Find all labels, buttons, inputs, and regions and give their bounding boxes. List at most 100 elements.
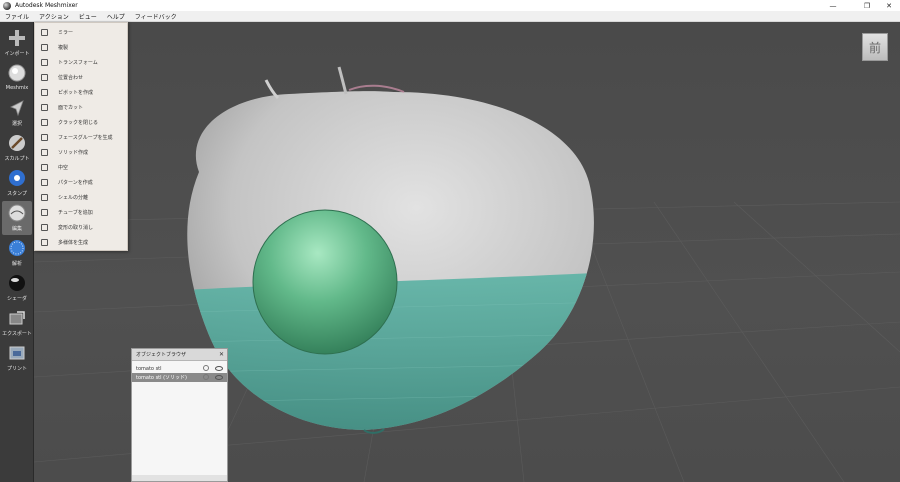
- tool-select[interactable]: 選択: [2, 96, 32, 130]
- meshmixer-app: Autodesk Meshmixer — ❐ ✕ ファイル アクション ビュー …: [0, 0, 900, 482]
- tool-sculpt[interactable]: スカルプト: [2, 131, 32, 165]
- edit-item-make-solid[interactable]: ソリッド作成: [35, 145, 129, 160]
- menu-feedback[interactable]: フィードバック: [130, 12, 182, 21]
- analysis-icon: [9, 240, 25, 256]
- edit-item-label: 変形の取り消し: [58, 225, 94, 231]
- edit-item-add-tube[interactable]: チューブを追加: [35, 205, 129, 220]
- tool-edit[interactable]: 編集: [2, 201, 32, 235]
- edit-item-label: トランスフォーム: [58, 60, 98, 66]
- menu-file[interactable]: ファイル: [0, 12, 34, 21]
- object-row-selected[interactable]: tomato stl (ソリッド): [132, 373, 227, 382]
- tool-import[interactable]: インポート: [2, 26, 32, 60]
- shader-icon: [9, 275, 25, 291]
- tool-shader-label: シェーダ: [6, 296, 27, 302]
- make-solid-icon: [41, 149, 48, 156]
- edit-item-facegroups[interactable]: フェースグループを生成: [35, 130, 129, 145]
- brush-icon: [9, 135, 25, 151]
- object-browser: オブジェクトブラウザ ✕ tomato stl tomato stl (ソリッド…: [131, 348, 228, 482]
- object-browser-footer: [132, 475, 227, 481]
- edit-item-pattern[interactable]: パターンを作成: [35, 175, 129, 190]
- edit-item-plane-cut[interactable]: 面でカット: [35, 100, 129, 115]
- align-icon: [41, 74, 48, 81]
- lock-icon[interactable]: [203, 374, 209, 380]
- edit-item-manifold[interactable]: 多様体を生成: [35, 235, 129, 250]
- edit-sphere-icon: [8, 204, 26, 222]
- duplicate-icon: [41, 44, 48, 51]
- tool-stamp-label: スタンプ: [7, 191, 27, 197]
- tool-print[interactable]: プリント: [2, 341, 32, 375]
- edit-item-duplicate[interactable]: 複製: [35, 40, 129, 55]
- add-tube-icon: [41, 209, 48, 216]
- window-title: Autodesk Meshmixer: [15, 2, 78, 9]
- minimize-button[interactable]: —: [822, 0, 844, 11]
- object-browser-close-button[interactable]: ✕: [219, 351, 224, 358]
- tool-select-label: 選択: [11, 121, 22, 127]
- object-row[interactable]: tomato stl: [132, 364, 227, 373]
- eye-icon[interactable]: [215, 366, 223, 371]
- edit-menu: ミラー 複製 トランスフォーム 位置合わせ ピボットを作成 面でカット クラック…: [34, 22, 128, 251]
- transform-icon: [41, 59, 48, 66]
- edit-item-label: ソリッド作成: [58, 150, 89, 156]
- tool-shader[interactable]: シェーダ: [2, 271, 32, 305]
- print-icon: [9, 346, 25, 360]
- meshmix-icon: [8, 64, 26, 82]
- tool-meshmix-label: Meshmix: [5, 85, 29, 91]
- green-sphere[interactable]: [252, 209, 398, 355]
- manifold-icon: [41, 239, 48, 246]
- lock-icon[interactable]: [203, 365, 209, 371]
- plane-cut-icon: [41, 104, 48, 111]
- facegroups-icon: [41, 134, 48, 141]
- object-browser-title: オブジェクトブラウザ: [136, 352, 187, 358]
- edit-item-label: 複製: [58, 45, 69, 51]
- export-icon: [9, 311, 25, 325]
- tool-analysis[interactable]: 解析: [2, 236, 32, 270]
- tool-analysis-label: 解析: [11, 261, 22, 267]
- menu-actions[interactable]: アクション: [34, 12, 74, 21]
- menu-help[interactable]: ヘルプ: [102, 12, 130, 21]
- edit-item-separate-shells[interactable]: シェルの分離: [35, 190, 129, 205]
- edit-item-label: ピボットを作成: [58, 90, 94, 96]
- edit-item-align[interactable]: 位置合わせ: [35, 70, 129, 85]
- title-bar: Autodesk Meshmixer — ❐ ✕: [0, 0, 900, 11]
- edit-item-replace[interactable]: 変形の取り消し: [35, 220, 129, 235]
- edit-item-hollow[interactable]: 中空: [35, 160, 129, 175]
- close-button[interactable]: ✕: [878, 0, 900, 11]
- edit-item-pivot[interactable]: ピボットを作成: [35, 85, 129, 100]
- edit-item-label: フェースグループを生成: [58, 135, 113, 141]
- tool-meshmix[interactable]: Meshmix: [2, 61, 32, 95]
- maximize-button[interactable]: ❐: [856, 0, 878, 11]
- stamp-icon: [9, 170, 25, 186]
- viewcube[interactable]: 前: [862, 33, 888, 61]
- object-name: tomato stl: [136, 365, 162, 372]
- meshmixer-logo-icon: [3, 1, 11, 10]
- hollow-icon: [41, 164, 48, 171]
- tool-export-label: エクスポート: [2, 331, 32, 337]
- object-name: tomato stl (ソリッド): [136, 375, 188, 381]
- edit-item-label: シェルの分離: [58, 195, 89, 201]
- left-toolbar: インポート Meshmix 選択 スカルプト スタンプ 編集 解析 シェーダ エ…: [0, 22, 34, 482]
- tool-stamp[interactable]: スタンプ: [2, 166, 32, 200]
- pivot-icon: [41, 89, 48, 96]
- eye-icon[interactable]: [215, 375, 223, 380]
- edit-item-label: パターンを作成: [58, 180, 93, 186]
- tool-export[interactable]: エクスポート: [2, 306, 32, 340]
- edit-item-label: クラックを閉じる: [58, 120, 99, 126]
- tool-print-label: プリント: [6, 366, 27, 372]
- edit-item-label: チューブを追加: [58, 210, 93, 216]
- edit-item-close-cracks[interactable]: クラックを閉じる: [35, 115, 129, 130]
- edit-item-label: 位置合わせ: [58, 75, 84, 81]
- edit-item-transform[interactable]: トランスフォーム: [35, 55, 129, 70]
- edit-item-label: ミラー: [58, 30, 74, 36]
- mirror-icon: [41, 29, 48, 36]
- menu-view[interactable]: ビュー: [74, 12, 102, 21]
- edit-item-label: 面でカット: [58, 105, 84, 111]
- menu-bar: ファイル アクション ビュー ヘルプ フィードバック: [0, 11, 900, 22]
- tool-sculpt-label: スカルプト: [4, 156, 30, 162]
- pattern-icon: [41, 179, 48, 186]
- edit-item-mirror[interactable]: ミラー: [35, 25, 129, 40]
- edit-item-label: 中空: [58, 165, 69, 171]
- tool-import-label: インポート: [4, 51, 30, 57]
- separate-shells-icon: [41, 194, 48, 201]
- tool-edit-label: 編集: [11, 226, 22, 232]
- tomato-mesh[interactable]: [174, 66, 614, 442]
